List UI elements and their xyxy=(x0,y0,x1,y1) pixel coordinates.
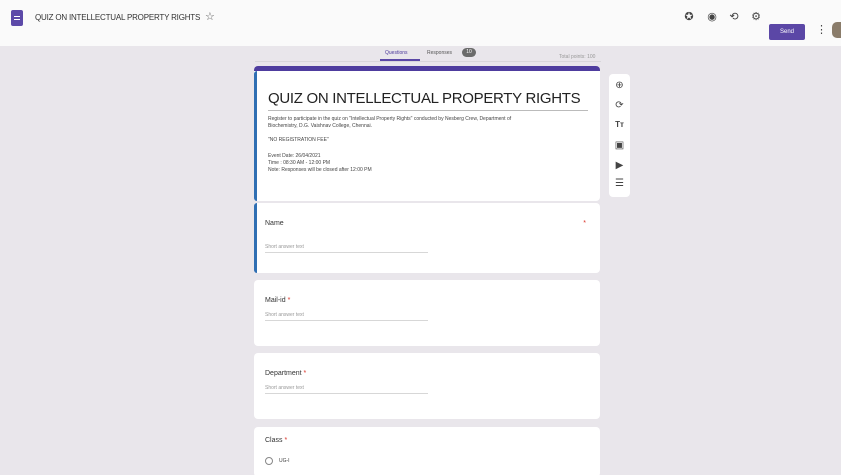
star-icon[interactable]: ☆ xyxy=(205,10,215,23)
short-answer-placeholder: Short answer text xyxy=(265,385,304,391)
short-answer-placeholder: Short answer text xyxy=(265,244,304,250)
add-title-icon[interactable]: Tт xyxy=(609,120,630,129)
question-label: Mail-id xyxy=(265,297,286,304)
answer-line xyxy=(265,320,428,321)
event-time[interactable]: Time : 08:30 AM - 12:00 PM xyxy=(268,160,593,167)
question-title[interactable]: Mail-id * xyxy=(265,297,290,304)
required-mark: * xyxy=(303,370,307,377)
answer-line xyxy=(265,393,428,394)
question-card-department[interactable]: Department * Short answer text xyxy=(254,353,600,419)
option-label: UG-I xyxy=(279,458,290,464)
answer-line xyxy=(265,252,428,253)
question-card-name[interactable]: Name * Short answer text xyxy=(254,203,600,273)
top-bar: QUIZ ON INTELLECTUAL PROPERTY RIGHTS ☆ ✪… xyxy=(0,0,841,46)
settings-icon[interactable]: ⚙ xyxy=(749,10,763,24)
required-mark: * xyxy=(287,297,291,304)
avatar[interactable] xyxy=(832,22,841,38)
undo-icon[interactable]: ⟲ xyxy=(727,10,741,24)
tab-questions[interactable]: Questions xyxy=(385,50,408,56)
question-title[interactable]: Class * xyxy=(265,437,287,444)
preview-icon[interactable]: ◉ xyxy=(705,10,719,24)
add-section-icon[interactable]: ☰ xyxy=(609,178,630,189)
short-answer-placeholder: Short answer text xyxy=(265,312,304,318)
tab-responses[interactable]: Responses xyxy=(427,50,452,56)
question-toolbar: ⊕ ⟳ Tт ▣ ▶ ☰ xyxy=(609,74,630,197)
form-name[interactable]: QUIZ ON INTELLECTUAL PROPERTY RIGHTS xyxy=(35,13,200,22)
responses-count-badge: 10 xyxy=(462,48,476,57)
required-mark: * xyxy=(284,437,288,444)
add-video-icon[interactable]: ▶ xyxy=(609,160,630,171)
forms-doc-icon[interactable] xyxy=(11,10,23,26)
import-questions-icon[interactable]: ⟳ xyxy=(609,100,630,111)
title-underline xyxy=(268,110,588,111)
active-card-indicator xyxy=(254,71,257,201)
form-description-fee[interactable]: "NO REGISTRATION FEE" xyxy=(268,137,593,144)
event-date[interactable]: Event Date: 26/04/2021 xyxy=(268,153,593,160)
form-title[interactable]: QUIZ ON INTELLECTUAL PROPERTY RIGHTS xyxy=(268,90,581,107)
total-points: Total points: 100 xyxy=(559,54,596,60)
active-card-indicator xyxy=(254,203,257,273)
radio-button[interactable] xyxy=(265,457,273,465)
more-vert-icon[interactable]: ⋮ xyxy=(816,23,827,36)
add-image-icon[interactable]: ▣ xyxy=(609,140,630,151)
add-question-icon[interactable]: ⊕ xyxy=(609,80,630,91)
palette-icon[interactable]: ✪ xyxy=(682,10,696,24)
question-card-class[interactable]: Class * UG-I xyxy=(254,427,600,475)
question-label: Department xyxy=(265,370,302,377)
question-label: Class xyxy=(265,437,283,444)
form-header-card[interactable]: QUIZ ON INTELLECTUAL PROPERTY RIGHTS Reg… xyxy=(254,66,600,201)
question-card-mail[interactable]: Mail-id * Short answer text xyxy=(254,280,600,346)
question-title[interactable]: Department * xyxy=(265,370,306,377)
form-description-line[interactable]: Register to participate in the quiz on "… xyxy=(268,116,593,123)
send-button[interactable]: Send xyxy=(769,24,805,40)
form-description-line[interactable]: Biochemistry, D.G. Vaishnav College, Che… xyxy=(268,123,593,130)
response-note[interactable]: Note: Responses will be closed after 12:… xyxy=(268,167,593,174)
question-title[interactable]: Name xyxy=(265,220,284,227)
tab-divider xyxy=(255,61,601,62)
required-mark: * xyxy=(583,220,586,227)
